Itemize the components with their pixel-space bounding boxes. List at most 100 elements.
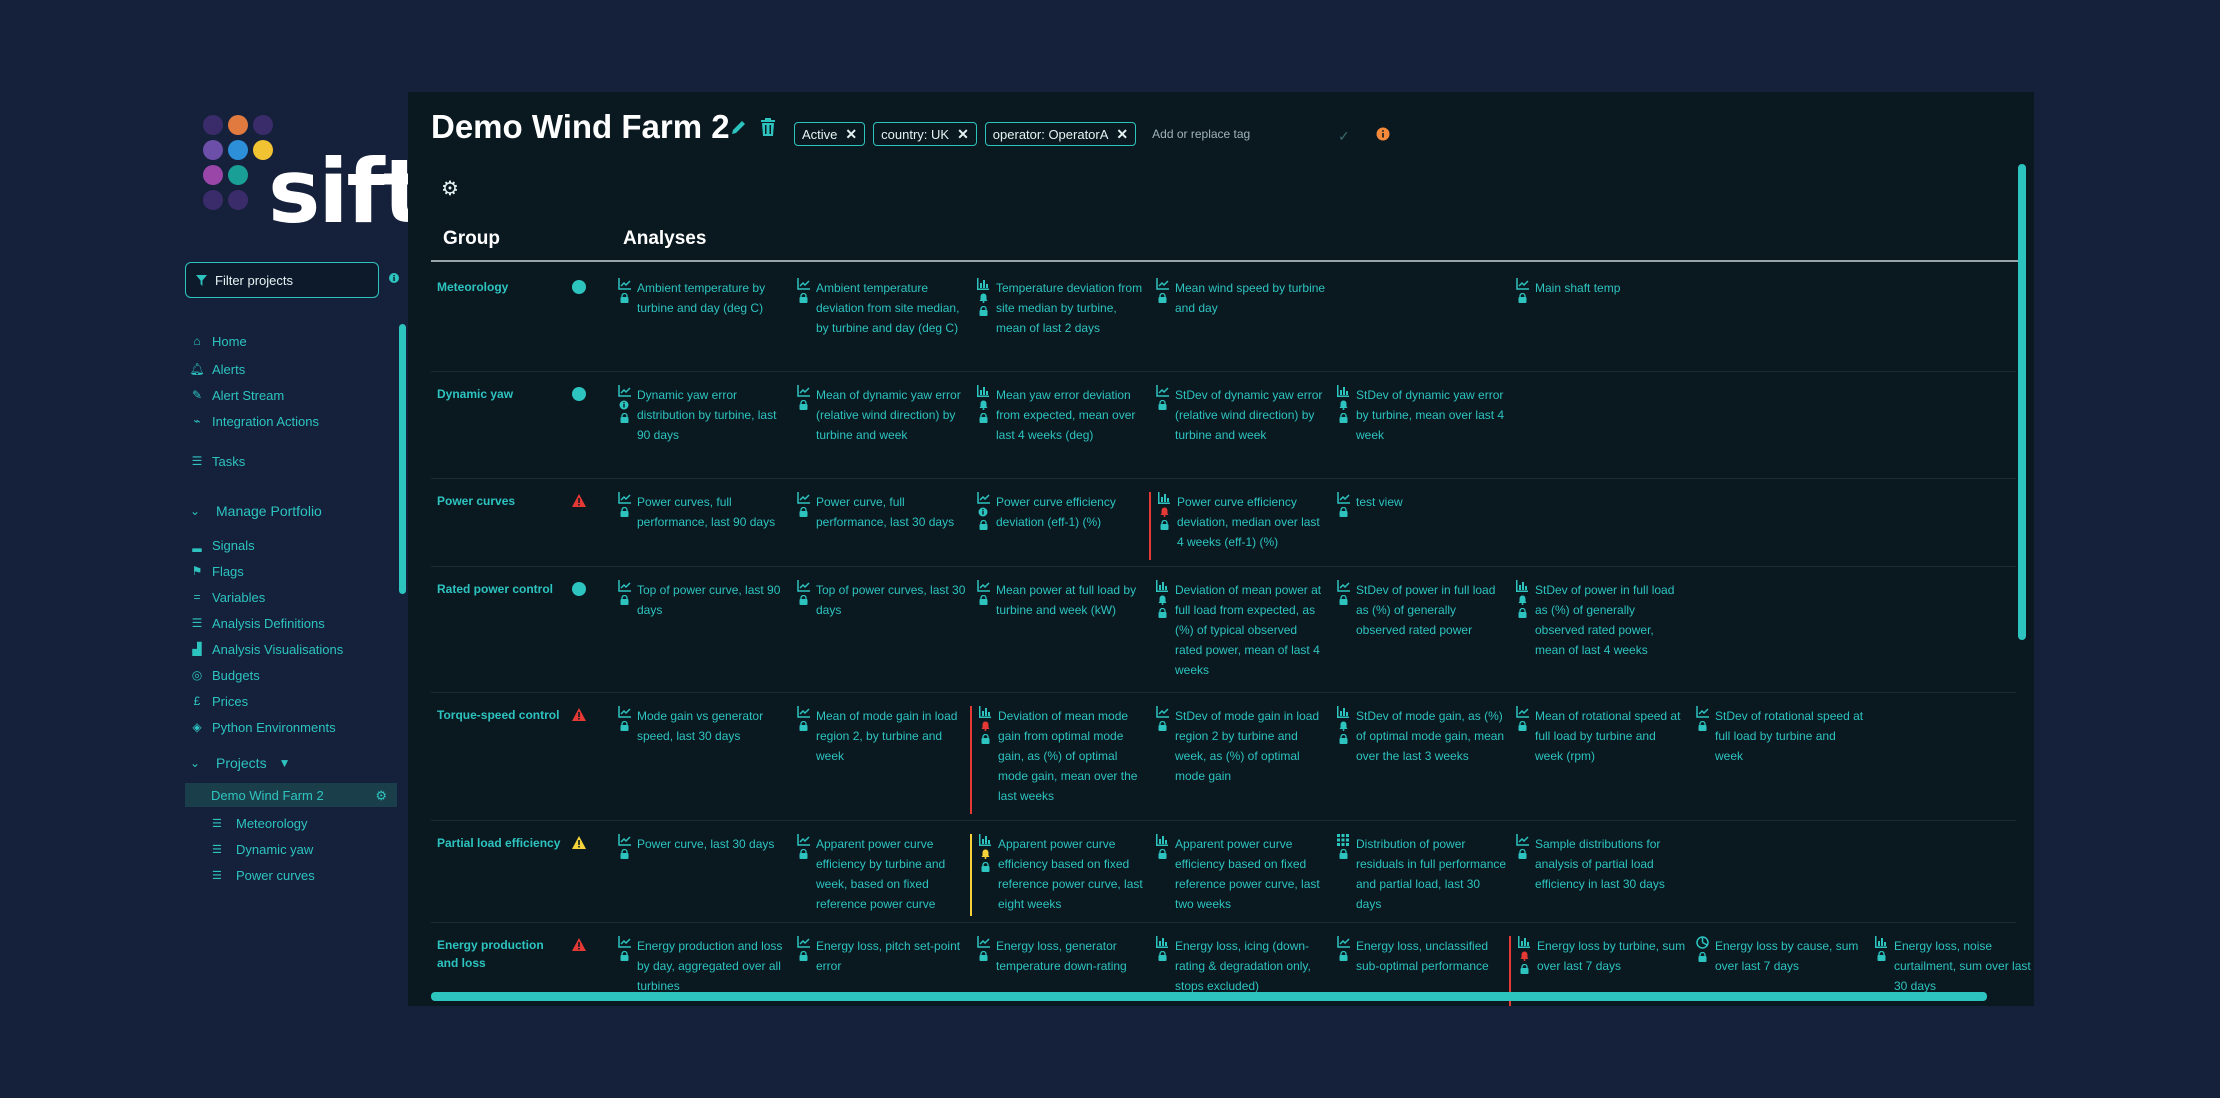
- nav-budgets[interactable]: ◎ Budgets: [190, 666, 260, 684]
- group-name[interactable]: Torque-speed control: [437, 706, 567, 724]
- nav-flags[interactable]: ⚑ Flags: [190, 562, 244, 580]
- analysis-title: Top of power curves, last 30 days: [816, 583, 966, 617]
- nav-prices[interactable]: £ Prices: [190, 692, 248, 710]
- gear-icon[interactable]: ⚙: [441, 176, 459, 201]
- projects-section[interactable]: ⌄ Projects ▼: [190, 755, 290, 771]
- line-chart-icon: [976, 492, 990, 504]
- pie-chart-icon: [1695, 936, 1709, 949]
- analysis-title: Power curve, full performance, last 30 d…: [816, 495, 955, 529]
- group-name[interactable]: Rated power control: [437, 580, 567, 598]
- nav-analysis-definitions[interactable]: ☰ Analysis Definitions: [190, 614, 325, 632]
- close-icon[interactable]: ✕: [845, 126, 857, 143]
- line-chart-icon: [617, 936, 631, 948]
- project-group-power-curves[interactable]: ☰ Power curves: [212, 868, 315, 883]
- table-row: Power curves Power curves, full performan…: [431, 478, 2016, 567]
- alert-bell-icon: [1160, 507, 1169, 517]
- lock-icon: [799, 721, 808, 731]
- line-chart-icon: [1515, 278, 1529, 290]
- nav-tasks[interactable]: ☰ Tasks: [190, 452, 246, 470]
- gear-icon[interactable]: ⚙: [375, 788, 387, 804]
- nav-variables[interactable]: = Variables: [190, 588, 265, 606]
- lock-icon: [1339, 413, 1348, 423]
- project-group-dynamic-yaw[interactable]: ☰ Dynamic yaw: [212, 842, 313, 857]
- lock-icon: [799, 849, 808, 859]
- filter-projects-input[interactable]: Filter projects: [185, 262, 379, 298]
- analysis-title: Dynamic yaw error distribution by turbin…: [637, 388, 777, 442]
- line-chart-icon: [1336, 936, 1350, 948]
- analysis-title: Power curves, full performance, last 90 …: [637, 495, 776, 529]
- nav-home[interactable]: ⌂ Home: [190, 332, 246, 350]
- project-group-meteorology[interactable]: ☰ Meteorology: [212, 816, 308, 831]
- bar-chart-icon: [977, 385, 989, 397]
- analysis-cell[interactable]: Deviation of mean mode gain from optimal…: [970, 706, 1146, 814]
- lock-icon: [1520, 964, 1529, 974]
- filter-placeholder: Filter projects: [215, 272, 294, 288]
- lock-icon: [620, 507, 629, 517]
- edit-icon[interactable]: [730, 118, 748, 136]
- lock-icon: [1158, 400, 1167, 410]
- nav-signals[interactable]: ▂ Signals: [190, 536, 254, 554]
- tag-input[interactable]: Add or replace tag: [1152, 127, 1322, 141]
- line-chart-icon: [617, 706, 631, 718]
- column-header-group[interactable]: Group: [443, 228, 500, 250]
- coins-icon: ◎: [191, 668, 203, 682]
- group-name[interactable]: Partial load efficiency: [437, 834, 567, 852]
- group-name[interactable]: Power curves: [437, 492, 567, 510]
- list-icon: ☰: [191, 616, 203, 630]
- lock-icon: [799, 507, 808, 517]
- nav-python-environments[interactable]: ◈ Python Environments: [190, 718, 335, 736]
- line-chart-icon: [1695, 706, 1709, 718]
- line-chart-icon: [617, 580, 631, 592]
- group-name[interactable]: Energy production and loss: [437, 936, 567, 972]
- analysis-title: Power curve efficiency deviation (eff-1)…: [996, 495, 1116, 529]
- line-chart-icon: [1155, 278, 1169, 290]
- project-item-current[interactable]: Demo Wind Farm 2 ⚙: [185, 783, 397, 807]
- info-icon[interactable]: [1376, 127, 1390, 141]
- line-chart-icon: [796, 492, 810, 504]
- lock-icon: [620, 849, 629, 859]
- lock-icon: [799, 293, 808, 303]
- lock-icon: [1518, 608, 1527, 618]
- list-icon: ☰: [212, 870, 222, 882]
- analysis-cell[interactable]: Apparent power curve efficiency based on…: [970, 834, 1146, 916]
- info-icon[interactable]: [388, 272, 400, 284]
- line-chart-icon: [617, 492, 631, 504]
- line-chart-icon: [1515, 706, 1529, 718]
- bar-chart-icon: [1156, 936, 1168, 948]
- bar-chart-icon: [1158, 492, 1170, 504]
- tag-chip[interactable]: country: UK ✕: [873, 122, 977, 146]
- group-name[interactable]: Meteorology: [437, 278, 567, 296]
- close-icon[interactable]: ✕: [1116, 126, 1128, 143]
- nav-alert-stream[interactable]: ✎ Alert Stream: [190, 386, 284, 404]
- tag-chip[interactable]: Active ✕: [794, 122, 866, 146]
- close-icon[interactable]: ✕: [957, 126, 969, 143]
- check-icon[interactable]: ✓: [1338, 128, 1350, 145]
- cube-icon: ◈: [192, 720, 202, 734]
- nav-alerts[interactable]: 🔔︎ Alerts: [189, 360, 245, 378]
- analysis-title: Energy loss, noise curtailment, sum over…: [1894, 939, 2031, 993]
- signal-icon: ▂: [192, 538, 202, 552]
- tag-chip[interactable]: operator: OperatorA ✕: [984, 122, 1137, 146]
- sidebar-scrollbar[interactable]: [399, 324, 406, 594]
- bar-chart-icon: [1337, 385, 1349, 397]
- info-icon: [619, 400, 629, 410]
- lock-icon: [620, 721, 629, 731]
- horizontal-scrollbar[interactable]: [431, 992, 1987, 1001]
- manage-portfolio-section[interactable]: ⌄ Manage Portfolio: [190, 503, 322, 519]
- table-row: Partial load efficiency Power curve, last…: [431, 820, 2016, 923]
- lock-icon: [620, 413, 629, 423]
- pound-icon: £: [193, 694, 201, 708]
- lock-icon: [1339, 595, 1348, 605]
- analysis-cell[interactable]: Power curve efficiency deviation, median…: [1149, 492, 1325, 560]
- nav-analysis-visualisations[interactable]: ▟ Analysis Visualisations: [190, 640, 343, 658]
- trash-icon[interactable]: [760, 118, 776, 136]
- header-divider: [431, 260, 2026, 262]
- group-name[interactable]: Dynamic yaw: [437, 385, 567, 403]
- filter-icon[interactable]: ▼: [279, 756, 291, 770]
- bell-icon: [979, 293, 988, 303]
- line-chart-icon: [796, 278, 810, 290]
- nav-integration-actions[interactable]: ⌁ Integration Actions: [190, 412, 319, 430]
- lock-icon: [799, 595, 808, 605]
- analysis-title: Mode gain vs generator speed, last 30 da…: [637, 709, 764, 743]
- vertical-scrollbar[interactable]: [2018, 164, 2026, 640]
